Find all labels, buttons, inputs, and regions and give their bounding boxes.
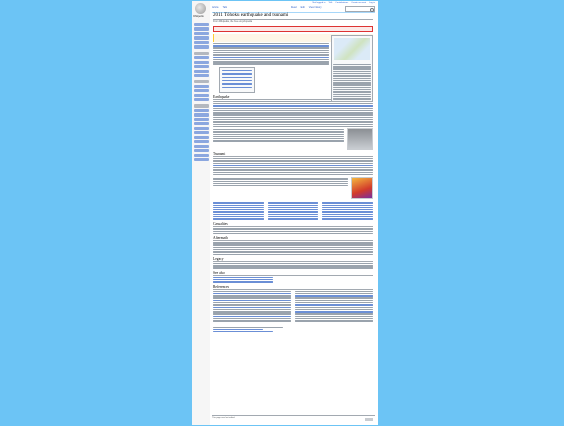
section-text xyxy=(213,262,373,269)
sidebar-item[interactable] xyxy=(194,60,209,64)
sidebar-item[interactable] xyxy=(194,113,209,117)
tab-talk[interactable]: Talk xyxy=(223,6,227,12)
browser-page: Wikipedia Not logged in Talk Contributio… xyxy=(192,1,378,425)
sidebar-item[interactable] xyxy=(194,131,209,135)
top-link[interactable]: Talk xyxy=(328,2,332,4)
section-with-map xyxy=(213,177,373,200)
tab-article[interactable]: Article xyxy=(212,6,219,12)
section-heading-aftermath: Aftermath xyxy=(213,237,373,242)
top-link: Not logged in xyxy=(312,2,326,4)
personal-tools: Not logged in Talk Contributions Create … xyxy=(313,2,376,4)
section-heading-legacy: Legacy xyxy=(213,257,373,262)
see-also-list xyxy=(213,276,273,283)
link-columns xyxy=(213,201,374,220)
page-footer: This page was last edited xyxy=(212,415,375,422)
sidebar-heading xyxy=(194,104,209,108)
sidebar-item[interactable] xyxy=(194,144,209,148)
top-link[interactable]: Create account xyxy=(351,2,366,4)
tab-read[interactable]: Read xyxy=(291,6,297,12)
sidebar-item[interactable] xyxy=(194,23,209,27)
sidebar-item[interactable] xyxy=(194,36,209,40)
sidebar-item[interactable] xyxy=(194,135,209,139)
navbox xyxy=(213,326,283,328)
top-link[interactable]: Log in xyxy=(369,2,375,4)
sidebar-item[interactable] xyxy=(194,140,209,144)
sidebar-item[interactable] xyxy=(194,40,209,45)
sidebar-item[interactable] xyxy=(194,117,209,121)
section-text xyxy=(213,242,373,255)
sidebar-item[interactable] xyxy=(194,98,209,102)
banner-notice xyxy=(213,26,373,32)
section-text xyxy=(213,100,373,128)
sidebar-item[interactable] xyxy=(194,31,209,36)
article-content: 2011 Tōhoku earthquake and tsunami From … xyxy=(213,13,374,333)
sidebar-item[interactable] xyxy=(194,69,209,73)
sidebar-item[interactable] xyxy=(194,27,209,31)
sidebar-item[interactable] xyxy=(194,89,209,93)
sidebar-heading xyxy=(194,51,209,55)
sidebar-item[interactable] xyxy=(194,153,209,157)
sidebar-item[interactable] xyxy=(194,56,209,60)
sidebar-links xyxy=(194,23,209,163)
sidebar: Wikipedia xyxy=(192,1,210,425)
tab-history[interactable]: View history xyxy=(309,6,322,12)
site-name: Wikipedia xyxy=(193,15,204,18)
powered-by-icon[interactable] xyxy=(365,417,373,421)
location-map[interactable] xyxy=(334,38,370,60)
page-subtitle: From Wikipedia, the free encyclopedia xyxy=(213,21,253,23)
sidebar-item[interactable] xyxy=(194,149,209,153)
sidebar-heading xyxy=(194,80,209,84)
section-heading-tsunami: Tsunami xyxy=(213,152,373,158)
sidebar-item[interactable] xyxy=(194,84,209,88)
table-of-contents[interactable] xyxy=(219,66,255,93)
sidebar-item[interactable] xyxy=(194,93,209,97)
sidebar-item[interactable] xyxy=(194,126,209,130)
sidebar-item[interactable] xyxy=(194,158,209,162)
top-link[interactable]: Contributions xyxy=(335,2,348,4)
infobox xyxy=(331,35,373,103)
sidebar-item[interactable] xyxy=(194,122,209,126)
search-icon[interactable] xyxy=(369,7,374,12)
sidebar-item[interactable] xyxy=(194,65,209,69)
tsunami-map-thumbnail[interactable] xyxy=(351,177,373,200)
sidebar-item[interactable] xyxy=(194,45,209,49)
intro-text xyxy=(213,42,329,93)
photo-thumbnail[interactable] xyxy=(347,128,373,151)
references-list xyxy=(213,290,373,323)
wikipedia-logo-icon[interactable] xyxy=(195,3,206,14)
page-title: 2011 Tōhoku earthquake and tsunami xyxy=(213,13,373,20)
section-with-image xyxy=(213,128,373,151)
footer-text: This page was last edited xyxy=(212,417,235,419)
section-heading-casualties: Casualties xyxy=(213,223,373,228)
sidebar-item[interactable] xyxy=(194,74,209,78)
tab-edit[interactable]: Edit xyxy=(301,6,305,12)
sidebar-item[interactable] xyxy=(194,108,209,113)
search-input[interactable] xyxy=(345,6,375,12)
section-heading-see-also: See also xyxy=(213,271,373,276)
section-text xyxy=(213,228,373,235)
section-text xyxy=(213,157,373,176)
